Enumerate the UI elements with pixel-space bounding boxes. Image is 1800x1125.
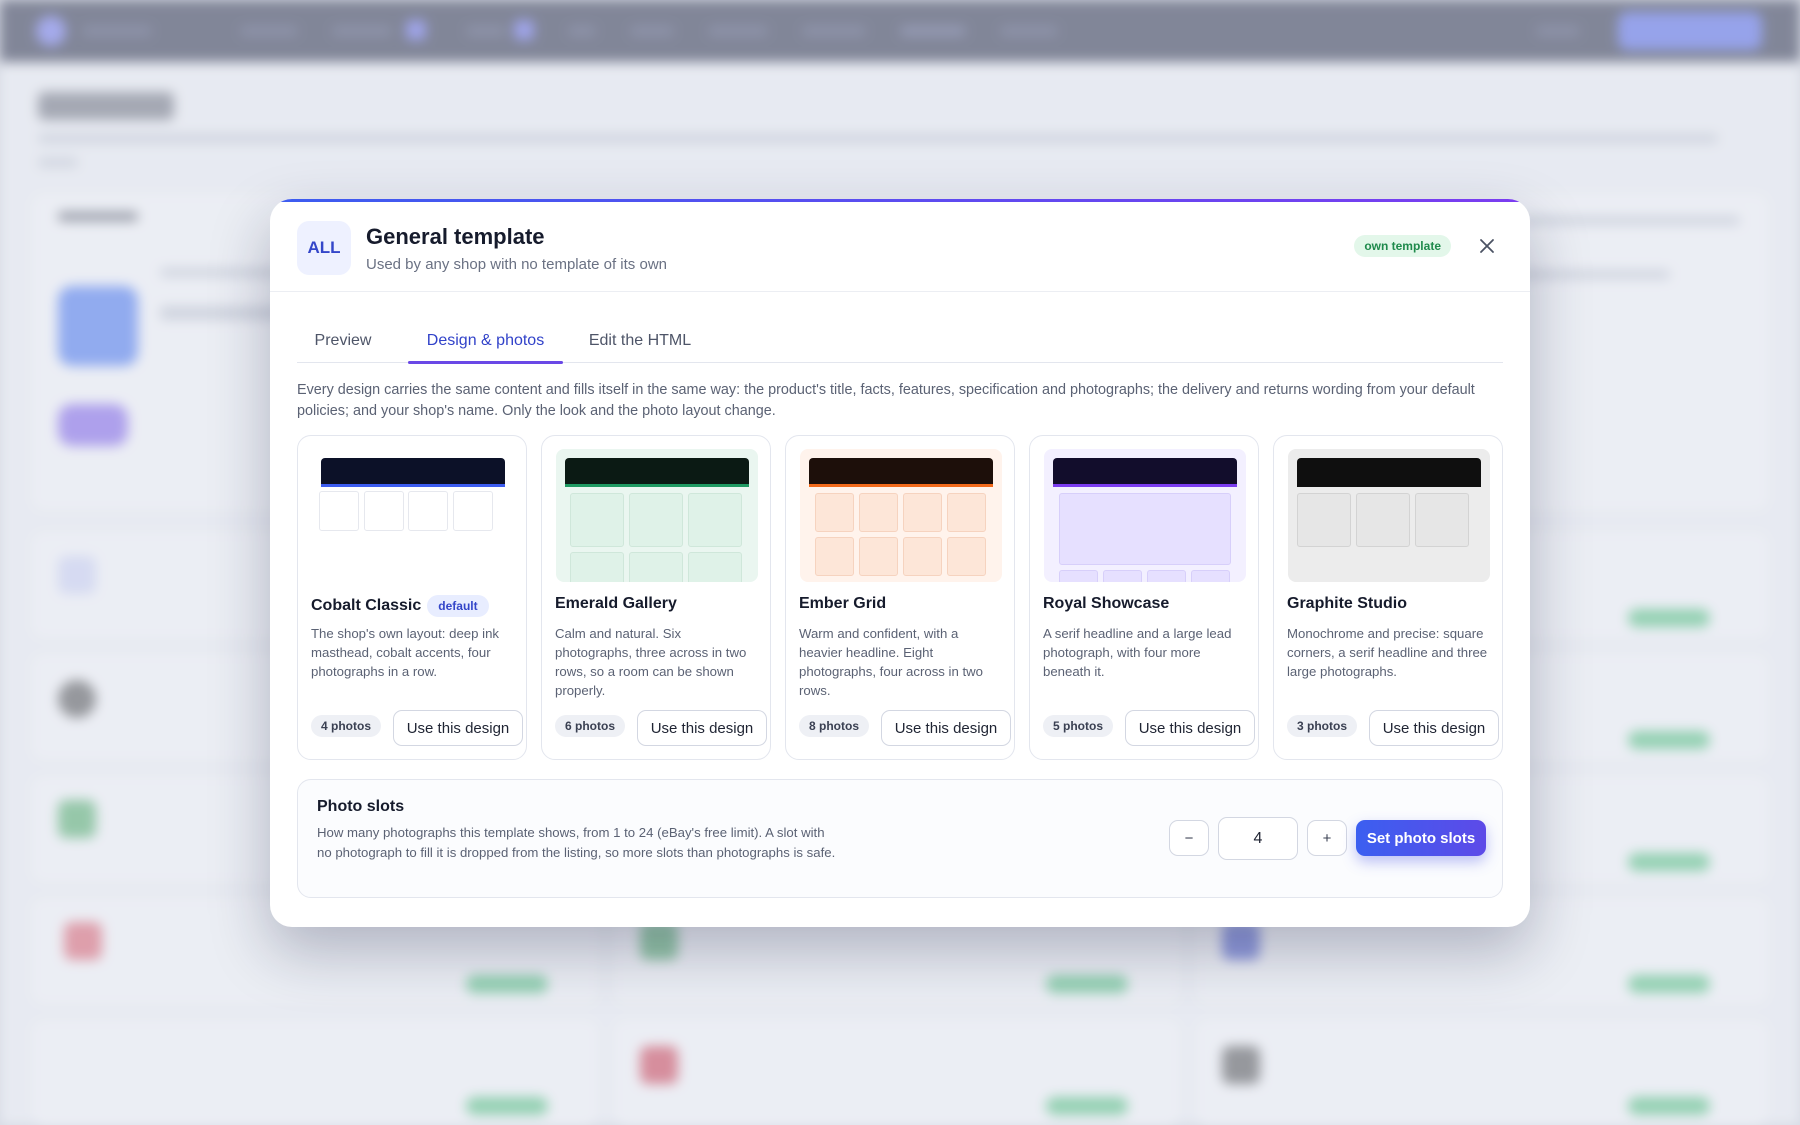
thumbnail-photo-cell (1103, 570, 1142, 582)
thumbnail-photo-cell (1059, 570, 1098, 582)
thumbnail-photo-cell (363, 491, 404, 531)
design-name: Ember Grid (799, 595, 887, 612)
default-badge: default (427, 595, 489, 617)
thumbnail-photo-cell (688, 493, 742, 547)
photo-count-badge: 4 photos (311, 715, 381, 737)
design-card-graphite-studio: Graphite Studio Monochrome and precise: … (1273, 435, 1503, 760)
increment-slots-button[interactable]: + (1307, 820, 1347, 856)
photo-slots-input[interactable] (1218, 817, 1298, 860)
thumbnail-photo-cell (1415, 493, 1469, 547)
thumbnail-photo-cell (1356, 493, 1410, 547)
decrement-slots-button[interactable]: − (1169, 820, 1209, 856)
use-design-button[interactable]: Use this design (1125, 710, 1255, 746)
thumbnail-masthead (809, 458, 993, 487)
thumbnail-photo-cell (903, 537, 942, 576)
modal-tabs: Preview Design & photos Edit the HTML (297, 319, 1503, 364)
design-thumbnail (1044, 449, 1246, 582)
design-card-emerald-gallery: Emerald Gallery Calm and natural. Six ph… (541, 435, 771, 760)
set-photo-slots-button[interactable]: Set photo slots (1356, 820, 1486, 856)
photo-count-badge: 6 photos (555, 715, 625, 737)
design-thumbnail (312, 449, 514, 582)
photo-slots-description: How many photographs this template shows… (317, 825, 836, 860)
tab-preview[interactable]: Preview (297, 319, 389, 363)
design-description: A serif headline and a large lead photog… (1043, 626, 1232, 679)
tab-edit-html[interactable]: Edit the HTML (585, 319, 695, 363)
modal-header: ALL General template Used by any shop wi… (270, 202, 1530, 292)
close-icon[interactable] (1476, 235, 1498, 257)
thumbnail-photo-cell (1147, 570, 1186, 582)
design-description: Calm and natural. Six photographs, three… (555, 626, 747, 698)
design-name: Royal Showcase (1043, 595, 1170, 612)
use-design-button[interactable]: Use this design (881, 710, 1011, 746)
thumbnail-photo-cell (1191, 570, 1230, 582)
design-description: The shop's own layout: deep ink masthead… (311, 626, 499, 679)
thumbnail-photo-cell (815, 537, 854, 576)
template-modal: ALL General template Used by any shop wi… (270, 199, 1530, 927)
design-thumbnail (800, 449, 1002, 582)
thumbnail-photo-cell (947, 537, 986, 576)
photo-slots-title: Photo slots (317, 798, 405, 815)
design-name: Cobalt Classic default (311, 595, 489, 617)
thumbnail-photo-cell (452, 491, 493, 531)
thumbnail-photo-cell (688, 552, 742, 582)
own-template-badge: own template (1354, 235, 1451, 257)
design-card-cobalt-classic: Cobalt Classic default The shop's own la… (297, 435, 527, 760)
designs-intro: Every design carries the same content an… (297, 382, 1475, 419)
thumbnail-masthead (321, 458, 505, 487)
thumbnail-photo-cell (408, 491, 448, 531)
thumbnail-photo-cell (815, 493, 854, 532)
photo-slots-panel: Photo slots How many photographs this te… (297, 779, 1503, 898)
thumbnail-photo-cell (859, 537, 898, 576)
thumbnail-masthead (565, 458, 749, 487)
photo-count-badge: 8 photos (799, 715, 869, 737)
design-description: Warm and confident, with a heavier headl… (799, 626, 983, 698)
thumbnail-photo-cell (629, 552, 683, 582)
design-description: Monochrome and precise: square corners, … (1287, 626, 1488, 679)
thumbnail-photo-cell (1059, 493, 1231, 565)
thumbnail-masthead (1297, 458, 1481, 487)
modal-subtitle: Used by any shop with no template of its… (366, 256, 667, 273)
design-thumbnail (1288, 449, 1490, 582)
thumbnail-photo-cell (570, 552, 624, 582)
thumbnail-masthead (1053, 458, 1237, 487)
design-name: Emerald Gallery (555, 595, 677, 612)
thumbnail-photo-cell (629, 493, 683, 547)
use-design-button[interactable]: Use this design (393, 710, 523, 746)
thumbnail-photo-cell (319, 491, 359, 531)
design-card-ember-grid: Ember Grid Warm and confident, with a he… (785, 435, 1015, 760)
design-name: Graphite Studio (1287, 595, 1407, 612)
modal-title: General template (366, 224, 545, 249)
thumbnail-photo-cell (947, 493, 986, 532)
thumbnail-photo-cell (1297, 493, 1351, 547)
photo-count-badge: 3 photos (1287, 715, 1357, 737)
thumbnail-photo-cell (903, 493, 942, 532)
use-design-button[interactable]: Use this design (637, 710, 767, 746)
use-design-button[interactable]: Use this design (1369, 710, 1499, 746)
design-card-royal-showcase: Royal Showcase A serif headline and a la… (1029, 435, 1259, 760)
thumbnail-photo-cell (570, 493, 624, 547)
tab-design-photos[interactable]: Design & photos (408, 319, 563, 364)
photo-count-badge: 5 photos (1043, 715, 1113, 737)
scope-badge: ALL (297, 221, 351, 275)
design-thumbnail (556, 449, 758, 582)
thumbnail-photo-cell (859, 493, 898, 532)
